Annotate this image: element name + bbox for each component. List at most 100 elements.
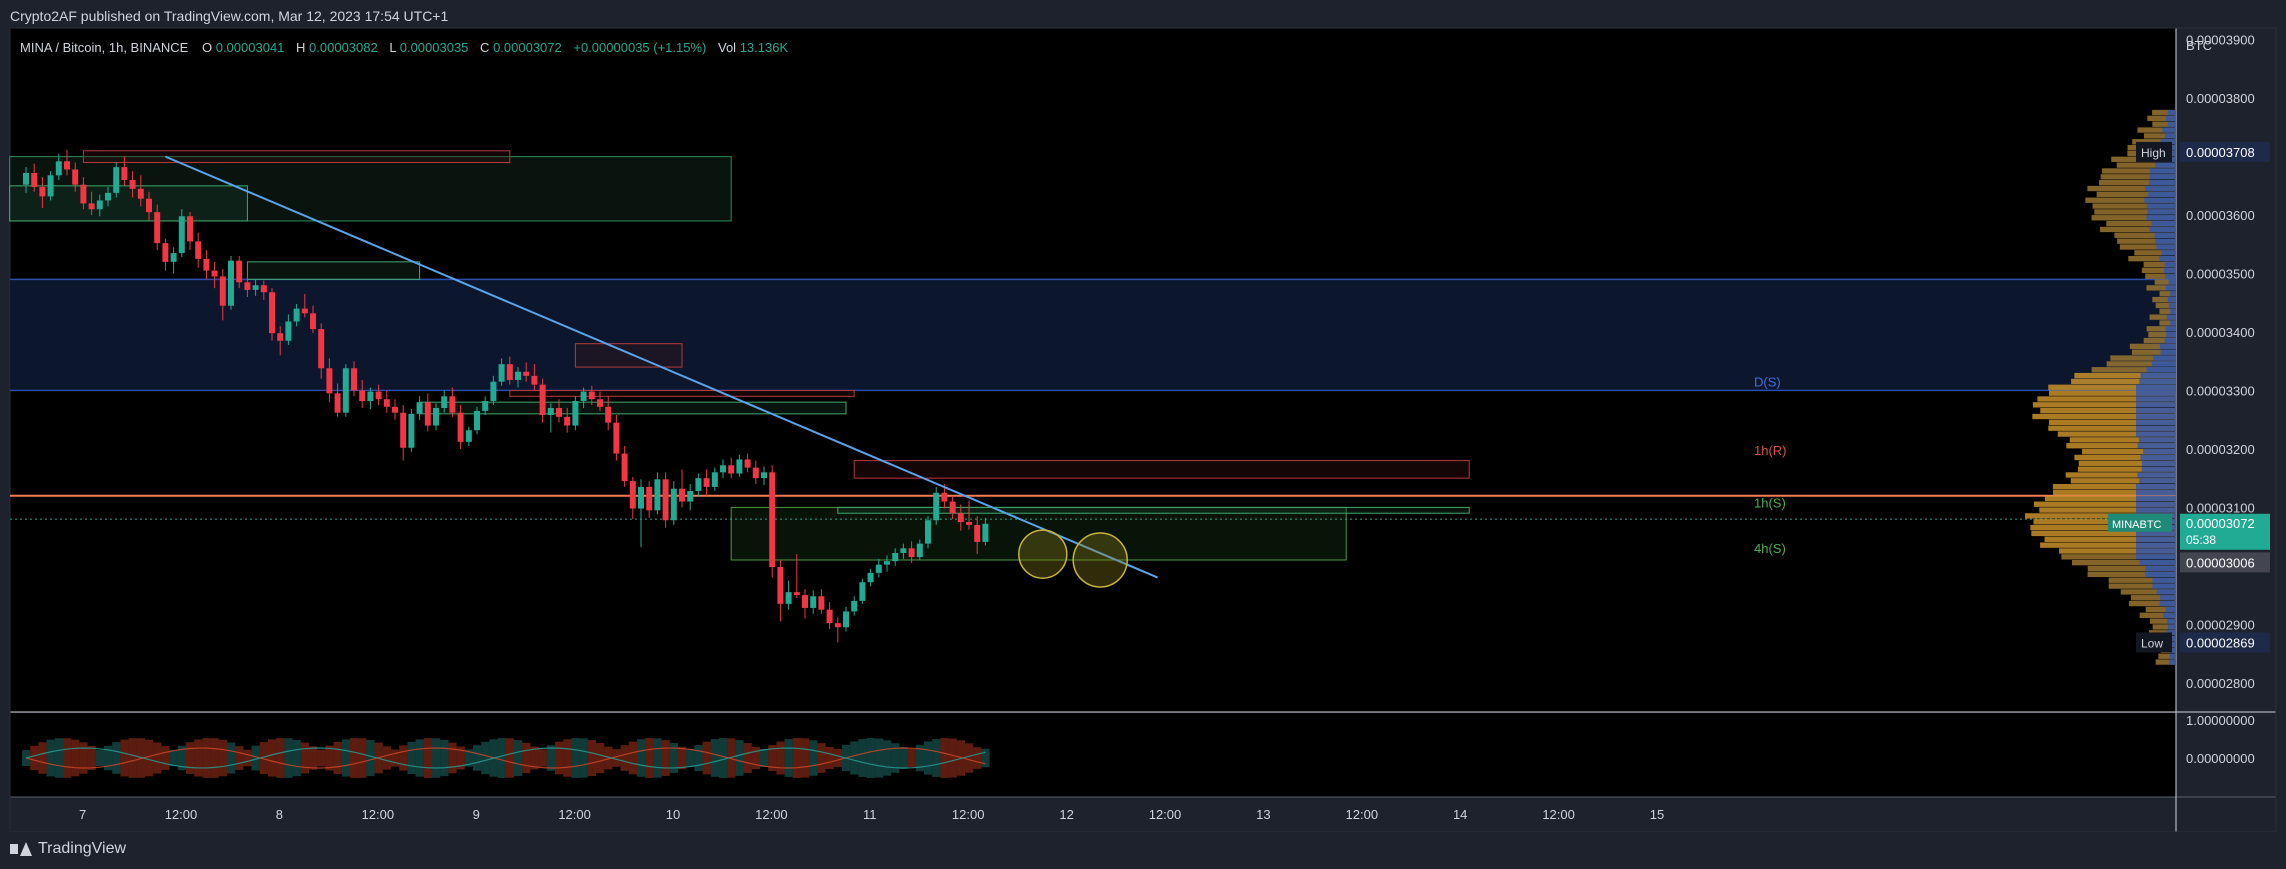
osc-bar-115 — [965, 743, 974, 773]
price-tick-7: 0.00003100 — [2186, 500, 2255, 515]
profile-buy-bin-79 — [2144, 197, 2176, 203]
osc-bar-39 — [341, 739, 350, 777]
candle-body-17 — [162, 243, 169, 262]
osc-bar-107 — [899, 747, 908, 769]
osc-tick-1: 0.00000000 — [2186, 751, 2255, 766]
profile-buy-bin-61 — [2168, 302, 2176, 309]
osc-bar-46 — [399, 745, 408, 771]
price-chart[interactable]: D(S)1h(R)1h(S)4h(S) 0.000039000.00003800… — [0, 0, 2286, 869]
osc-bar-32 — [284, 738, 293, 778]
profile-buy-bin-77 — [2147, 209, 2176, 215]
candle-102[interactable] — [859, 578, 866, 604]
candle-55[interactable] — [474, 406, 480, 435]
low-tag-label: Low — [2141, 636, 2163, 650]
close-value: 0.00003072 — [493, 40, 562, 55]
candle-body-97 — [818, 596, 825, 610]
osc-bar-64 — [546, 745, 555, 771]
candle-body-69 — [588, 391, 595, 400]
candle-body-106 — [892, 552, 899, 562]
candle-39[interactable] — [342, 364, 349, 417]
level-label-0: D(S) — [1754, 374, 1781, 389]
candle-body-78 — [662, 479, 669, 521]
candle-body-20 — [187, 216, 193, 242]
candle-body-109 — [916, 543, 923, 558]
candle-67[interactable] — [572, 396, 579, 431]
profile-buy-bin-72 — [2155, 238, 2176, 244]
profile-buy-bin-31 — [2139, 478, 2176, 484]
osc-bar-2 — [38, 742, 47, 774]
profile-buy-bin-65 — [2168, 279, 2176, 285]
osc-bar-35 — [309, 746, 318, 770]
profile-buy-bin-34 — [2141, 460, 2176, 466]
candle-body-92 — [777, 567, 784, 604]
green-zone-3 — [246, 261, 421, 280]
candle-body-114 — [957, 513, 964, 522]
candle-body-39 — [342, 368, 349, 413]
change-value: +0.00000035 (+1.15%) — [573, 40, 706, 55]
candle-body-102 — [859, 582, 866, 601]
candle-body-46 — [400, 412, 407, 448]
candle-47[interactable] — [408, 409, 415, 452]
profile-buy-bin-52 — [2153, 355, 2176, 361]
time-tick-3: 8 — [276, 807, 283, 822]
profile-buy-bin-78 — [2146, 203, 2176, 209]
profile-buy-bin-73 — [2154, 232, 2176, 238]
price-tick-4: 0.00003400 — [2186, 325, 2255, 340]
profile-buy-bin-12 — [2156, 589, 2176, 595]
profile-buy-bin-74 — [2149, 226, 2176, 233]
candle-25[interactable] — [228, 256, 234, 310]
level-label-1: 1h(R) — [1754, 443, 1787, 458]
candle-110[interactable] — [925, 516, 931, 549]
osc-bar-82 — [694, 745, 703, 771]
high-tag-value: 0.00003708 — [2186, 145, 2255, 160]
osc-bar-74 — [628, 741, 637, 775]
candle-body-31 — [277, 333, 284, 341]
profile-buy-bin-19 — [2136, 548, 2176, 554]
candle-body-83 — [703, 478, 710, 487]
profile-buy-bin-91 — [2162, 127, 2176, 133]
osc-bar-104 — [874, 738, 883, 778]
candle-body-63 — [539, 384, 546, 416]
osc-bar-111 — [932, 739, 941, 777]
candle-body-64 — [547, 408, 554, 416]
osc-bar-113 — [948, 738, 957, 778]
time-tick-9: 11 — [863, 807, 877, 822]
candle-body-70 — [597, 399, 603, 407]
candle-11[interactable] — [113, 162, 120, 198]
osc-bar-58 — [497, 738, 506, 778]
candle-19[interactable] — [178, 209, 185, 258]
candle-body-66 — [564, 416, 571, 426]
profile-buy-bin-62 — [2167, 296, 2176, 303]
time-tick-6: 12:00 — [558, 807, 591, 822]
price-tick-9: 0.00002800 — [2186, 676, 2255, 691]
candle-body-93 — [785, 592, 792, 604]
profile-buy-bin-69 — [2159, 256, 2176, 262]
candle-body-8 — [88, 203, 95, 210]
time-axis[interactable]: 7 12:00 8 12:00 9 12:00 10 12:00 11 12:00 12 12:00 1… — [79, 807, 1664, 822]
profile-buy-bin-33 — [2141, 466, 2176, 472]
profile-buy-bin-84 — [2150, 168, 2176, 174]
price-tick-1: 0.00003800 — [2186, 91, 2255, 106]
profile-buy-bin-60 — [2170, 308, 2176, 314]
candle-body-89 — [752, 467, 759, 479]
candle-body-91 — [769, 472, 776, 568]
candle-body-14 — [137, 188, 144, 199]
osc-bar-21 — [194, 739, 203, 777]
candle-3[interactable] — [47, 171, 54, 201]
candle-body-108 — [908, 548, 915, 558]
candle-30[interactable] — [269, 288, 275, 341]
candle-body-88 — [744, 459, 751, 468]
tradingview-brand[interactable]: TradingView — [10, 840, 126, 858]
candle-body-61 — [523, 371, 530, 376]
osc-bar-9 — [95, 749, 104, 767]
time-tick-4: 12:00 — [362, 807, 395, 822]
osc-bar-87 — [735, 740, 744, 776]
candle-body-48 — [416, 402, 423, 414]
osc-bar-4 — [54, 738, 63, 778]
profile-buy-bin-93 — [2165, 115, 2176, 122]
profile-buy-bin-9 — [2165, 606, 2176, 613]
profile-buy-bin-76 — [2146, 215, 2176, 221]
profile-buy-bin-50 — [2146, 367, 2176, 373]
candle-78[interactable] — [662, 472, 669, 528]
candle-91[interactable] — [769, 465, 776, 578]
